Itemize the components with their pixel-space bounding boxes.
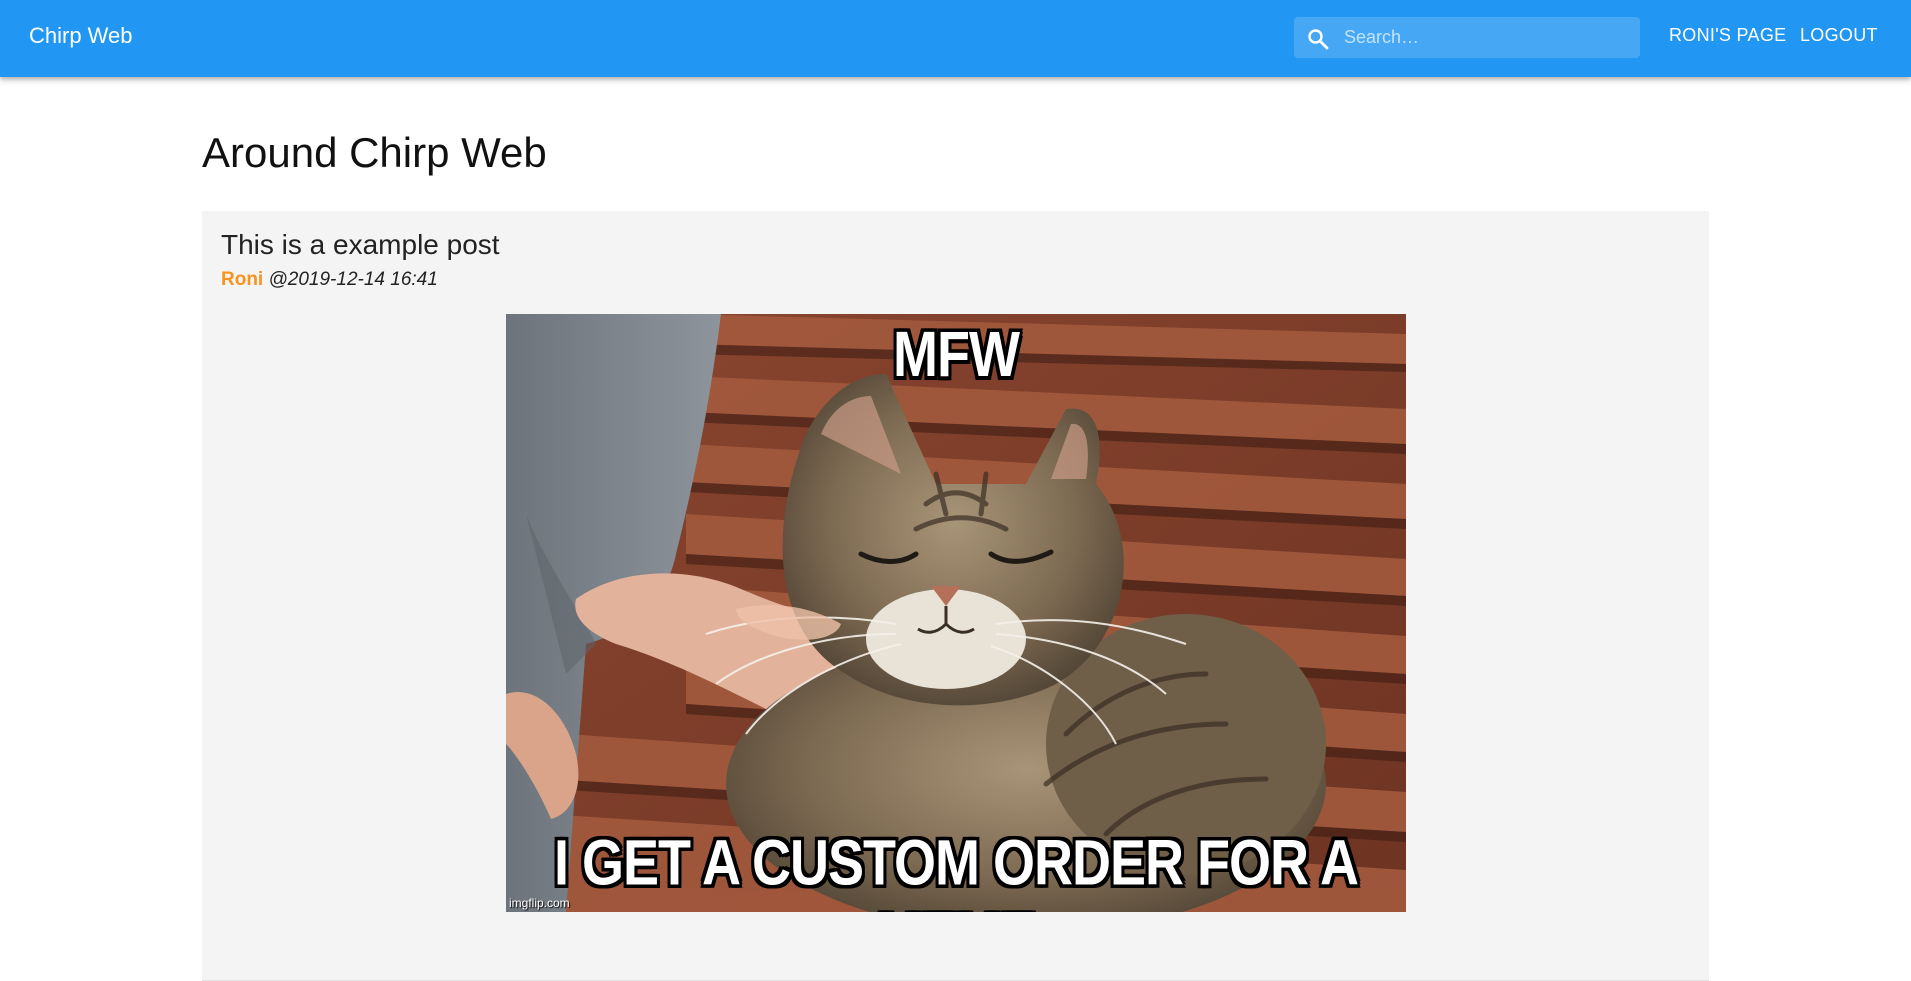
post-card: This is a example post Roni @2019-12-14 …	[202, 211, 1709, 981]
brand-title[interactable]: Chirp Web	[29, 23, 133, 49]
page-title: Around Chirp Web	[202, 129, 547, 176]
post-title: This is a example post	[221, 229, 500, 260]
search-icon	[1306, 27, 1330, 51]
meme-caption-bottom: I GET A CUSTOM ORDER FOR A MEME	[553, 828, 1359, 912]
search-input[interactable]	[1342, 17, 1632, 58]
image-watermark: imgflip.com	[509, 896, 570, 910]
profile-page-link[interactable]: RONI'S PAGE	[1669, 24, 1786, 46]
post-author-link[interactable]: Roni	[221, 269, 263, 290]
post-image: MFW I GET A CUSTOM ORDER FOR A MEME imgf…	[506, 314, 1406, 912]
logout-button[interactable]: LOGOUT	[1800, 24, 1878, 46]
cat-meme-illustration	[506, 314, 1406, 912]
post-meta: Roni @2019-12-14 16:41	[221, 269, 438, 291]
search-box[interactable]	[1294, 17, 1640, 58]
post-timestamp: @2019-12-14 16:41	[268, 269, 438, 290]
app-bar: Chirp Web RONI'S PAGE LOGOUT	[0, 0, 1911, 77]
meme-caption-top: MFW	[893, 319, 1020, 391]
